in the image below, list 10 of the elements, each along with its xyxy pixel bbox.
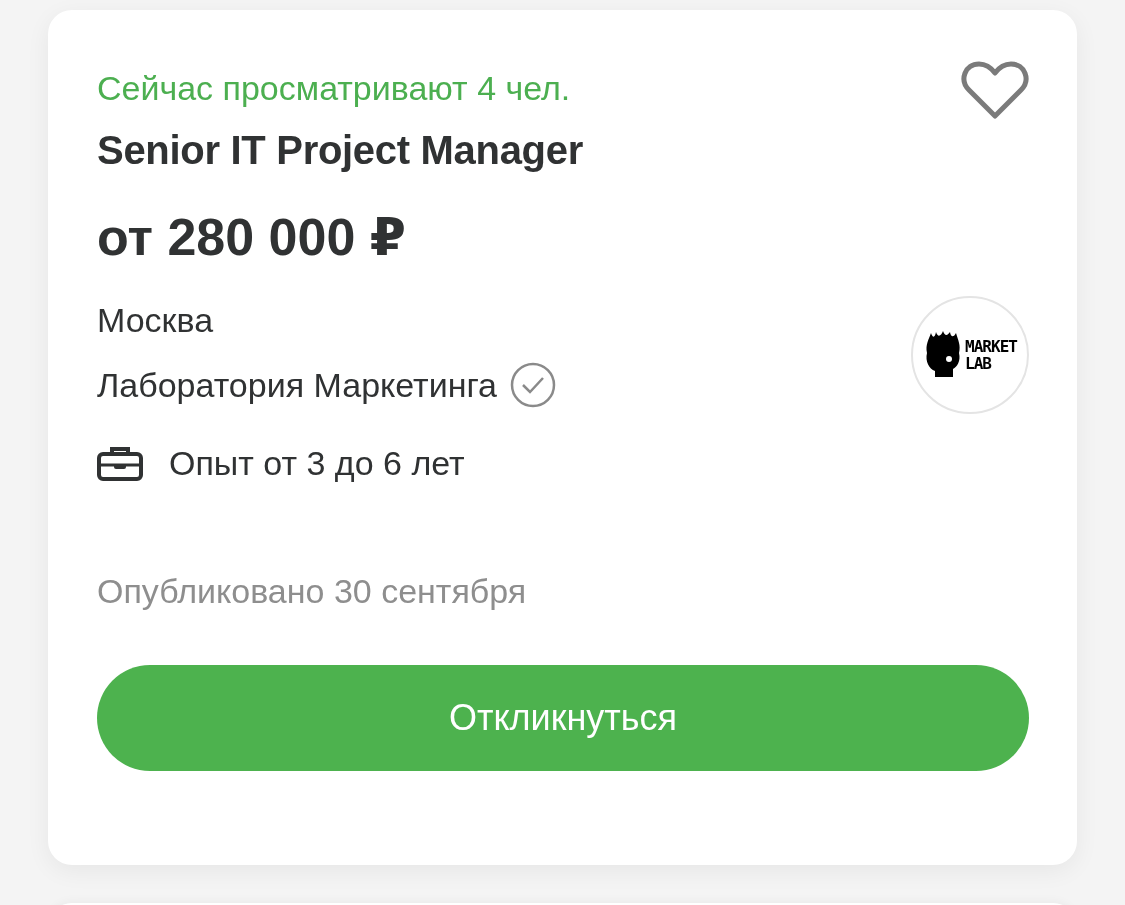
published-date: Опубликовано 30 сентября: [97, 571, 528, 612]
logo-text: MARKET: [965, 338, 1017, 355]
location-text: Москва: [97, 300, 215, 341]
salary-text: от 280 000 ₽: [97, 207, 407, 268]
experience-text: Опыт от 3 до 6 лет: [169, 443, 465, 484]
viewers-text: Сейчас просматривают 4 чел.: [97, 68, 571, 109]
job-title[interactable]: Senior IT Project Manager: [97, 126, 1029, 174]
briefcase-icon: [97, 445, 143, 481]
logo-text: LAB: [965, 355, 993, 372]
company-name[interactable]: Лаборатория Маркетинга: [97, 363, 497, 407]
